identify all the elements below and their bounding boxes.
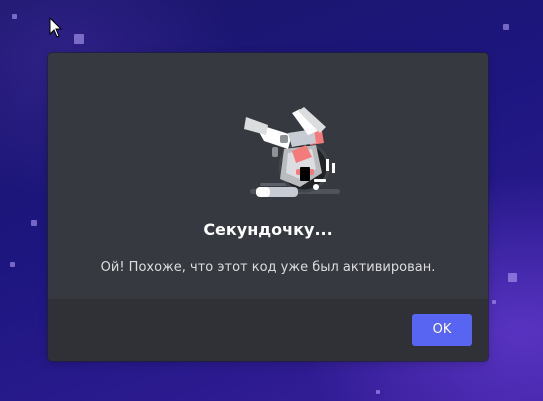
robot-hand-illustration [244, 107, 340, 197]
sparkle [376, 390, 380, 394]
mouse-pointer-icon [49, 17, 63, 38]
dialog-title: Секундочку... [203, 220, 333, 239]
sparkle [10, 262, 15, 267]
sparkle [503, 24, 509, 30]
sparkle [74, 34, 84, 44]
dialog-footer: OK [48, 299, 488, 361]
sparkle [12, 14, 17, 19]
dialog-body: Секундочку... Ой! Похоже, что этот код у… [48, 53, 488, 299]
ok-button[interactable]: OK [412, 314, 472, 346]
sparkle [492, 300, 496, 304]
redeem-code-dialog: Секундочку... Ой! Похоже, что этот код у… [48, 53, 488, 361]
dialog-message: Ой! Похоже, что этот код уже был активир… [100, 260, 436, 275]
sparkle [508, 273, 517, 282]
sparkle [31, 220, 37, 226]
